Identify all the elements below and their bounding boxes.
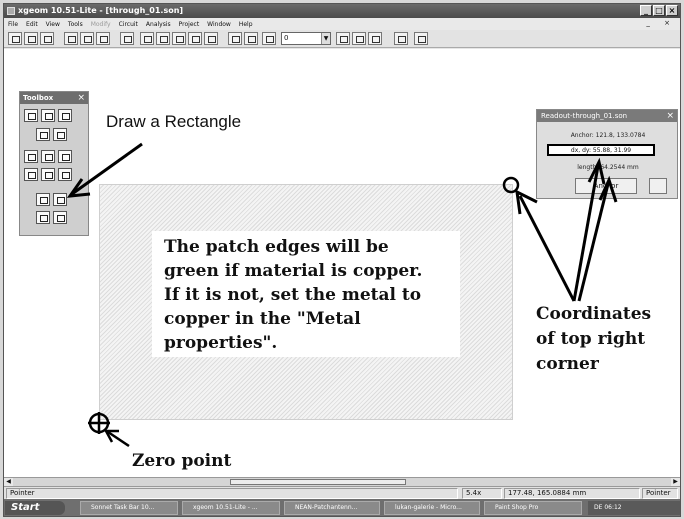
close-icon[interactable]: × — [666, 110, 674, 122]
save-icon[interactable] — [40, 32, 54, 45]
zoom-in-icon[interactable] — [156, 32, 170, 45]
pointer-tool-icon[interactable] — [24, 109, 38, 122]
metal-types-icon[interactable] — [394, 32, 408, 45]
grid-icon[interactable] — [336, 32, 350, 45]
add-polygon-tool-icon[interactable] — [24, 168, 38, 181]
add-edge-via-icon[interactable] — [36, 211, 50, 224]
add-via-tool-icon[interactable] — [24, 150, 38, 163]
cut-icon[interactable] — [64, 32, 78, 45]
edit-points-tool-icon[interactable] — [41, 109, 55, 122]
title-bar: xgeom 10.51-Lite - [through_01.son] _ □ … — [4, 4, 680, 18]
readout-window: Readout-through_01.son × Anchor: 121.8, … — [536, 109, 678, 199]
patch-note: The patch edges will be green if materia… — [152, 231, 460, 357]
menu-circuit[interactable]: Circuit — [119, 21, 138, 28]
close-icon[interactable]: × — [77, 92, 85, 104]
snap-icon[interactable] — [352, 32, 366, 45]
zoom-fit-icon[interactable] — [140, 32, 154, 45]
taskbar-item[interactable]: NEAN-Patchantenn... — [284, 501, 380, 515]
start-button[interactable]: Start — [5, 501, 65, 515]
scroll-right-icon[interactable]: ▶ — [671, 478, 680, 486]
zoom-previous-icon[interactable] — [204, 32, 218, 45]
drawing-canvas[interactable]: The patch edges will be green if materia… — [4, 49, 680, 477]
menu-help[interactable]: Help — [239, 21, 253, 28]
status-zoom: 5.4x — [462, 488, 502, 499]
level-down-icon[interactable] — [228, 32, 242, 45]
open-file-icon[interactable] — [24, 32, 38, 45]
status-bar: Pointer 5.4x 177.48, 165.0884 mm Pointer — [4, 486, 680, 499]
level-icon — [262, 32, 276, 45]
taskbar-item[interactable]: lukan-galerie - Micro... — [384, 501, 480, 515]
mdi-controls[interactable]: _ × — [646, 19, 676, 27]
menu-edit[interactable]: Edit — [26, 21, 38, 28]
draw-rectangle-tool-icon[interactable] — [53, 193, 67, 206]
new-file-icon[interactable] — [8, 32, 22, 45]
scroll-left-icon[interactable]: ◀ — [4, 478, 13, 486]
draw-rectangle-callout: Draw a Rectangle — [106, 112, 242, 131]
add-cocalibrated-port-icon[interactable] — [53, 128, 67, 141]
minimize-button[interactable]: _ — [640, 5, 652, 16]
close-button[interactable]: × — [666, 5, 678, 16]
main-toolbar: 0 ▼ — [4, 30, 680, 48]
print-icon[interactable] — [120, 32, 134, 45]
menu-view[interactable]: View — [46, 21, 60, 28]
add-circle-tool-icon[interactable] — [41, 168, 55, 181]
toolbox-panel: Toolbox × — [19, 91, 89, 236]
window-controls: _ □ × — [640, 5, 678, 16]
status-right-mode: Pointer — [642, 488, 678, 499]
menu-file[interactable]: File — [8, 21, 18, 28]
status-mode: Pointer — [6, 488, 458, 499]
add-reference-plane-icon[interactable] — [58, 150, 72, 163]
level-select-value: 0 — [284, 34, 289, 42]
add-text-tool-icon[interactable] — [36, 193, 50, 206]
coordinates-callout: Coordinates of top right corner — [536, 304, 652, 374]
status-coordinates: 177.48, 165.0884 mm — [504, 488, 640, 499]
add-port-tool-icon[interactable] — [36, 128, 50, 141]
menu-tools[interactable]: Tools — [68, 21, 83, 28]
taskbar-item[interactable]: xgeom 10.51-Lite - ... — [182, 501, 280, 515]
chevron-down-icon[interactable]: ▼ — [321, 33, 330, 44]
system-tray: DE 06:12 — [588, 501, 680, 515]
app-icon — [7, 7, 15, 15]
zoom-out-icon[interactable] — [172, 32, 186, 45]
menu-modify[interactable]: Modify — [91, 21, 111, 28]
menu-bar: File Edit View Tools Modify Circuit Anal… — [4, 18, 680, 30]
menu-project[interactable]: Project — [179, 21, 200, 28]
level-up-icon[interactable] — [244, 32, 258, 45]
box-settings-icon[interactable] — [368, 32, 382, 45]
readout-title: Readout-through_01.son — [537, 110, 677, 122]
taskbar-item[interactable]: Sonnet Task Bar 10... — [80, 501, 178, 515]
zoom-window-icon[interactable] — [188, 32, 202, 45]
readout-dxdy: dx, dy: 55.88, 31.99 — [547, 144, 655, 156]
anchor-button[interactable]: Anchor — [575, 178, 637, 194]
reshape-tool-icon[interactable] — [58, 109, 72, 122]
readout-anchor: Anchor: 121.8, 133.0784 — [570, 132, 646, 139]
dielectric-layers-icon[interactable] — [414, 32, 428, 45]
pin-icon[interactable] — [649, 178, 667, 194]
add-component-tool-icon[interactable] — [58, 168, 72, 181]
menu-analysis[interactable]: Analysis — [146, 21, 171, 28]
scrollbar-thumb[interactable] — [230, 479, 406, 485]
copy-icon[interactable] — [80, 32, 94, 45]
readout-length: length: 64.2544 mm — [577, 164, 639, 171]
level-select[interactable]: 0 ▼ — [281, 32, 331, 45]
horizontal-scrollbar[interactable]: ◀ ▶ — [4, 477, 680, 486]
add-via-polygon-icon[interactable] — [53, 211, 67, 224]
application-window: xgeom 10.51-Lite - [through_01.son] _ □ … — [3, 3, 681, 517]
taskbar-item[interactable]: Paint Shop Pro — [484, 501, 582, 515]
menu-window[interactable]: Window — [207, 21, 231, 28]
window-title: xgeom 10.51-Lite - [through_01.son] — [18, 6, 184, 15]
zero-point-callout: Zero point — [132, 451, 232, 471]
maximize-button[interactable]: □ — [653, 5, 665, 16]
taskbar: Start Sonnet Task Bar 10... xgeom 10.51-… — [4, 499, 680, 516]
add-dimension-tool-icon[interactable] — [41, 150, 55, 163]
paste-icon[interactable] — [96, 32, 110, 45]
